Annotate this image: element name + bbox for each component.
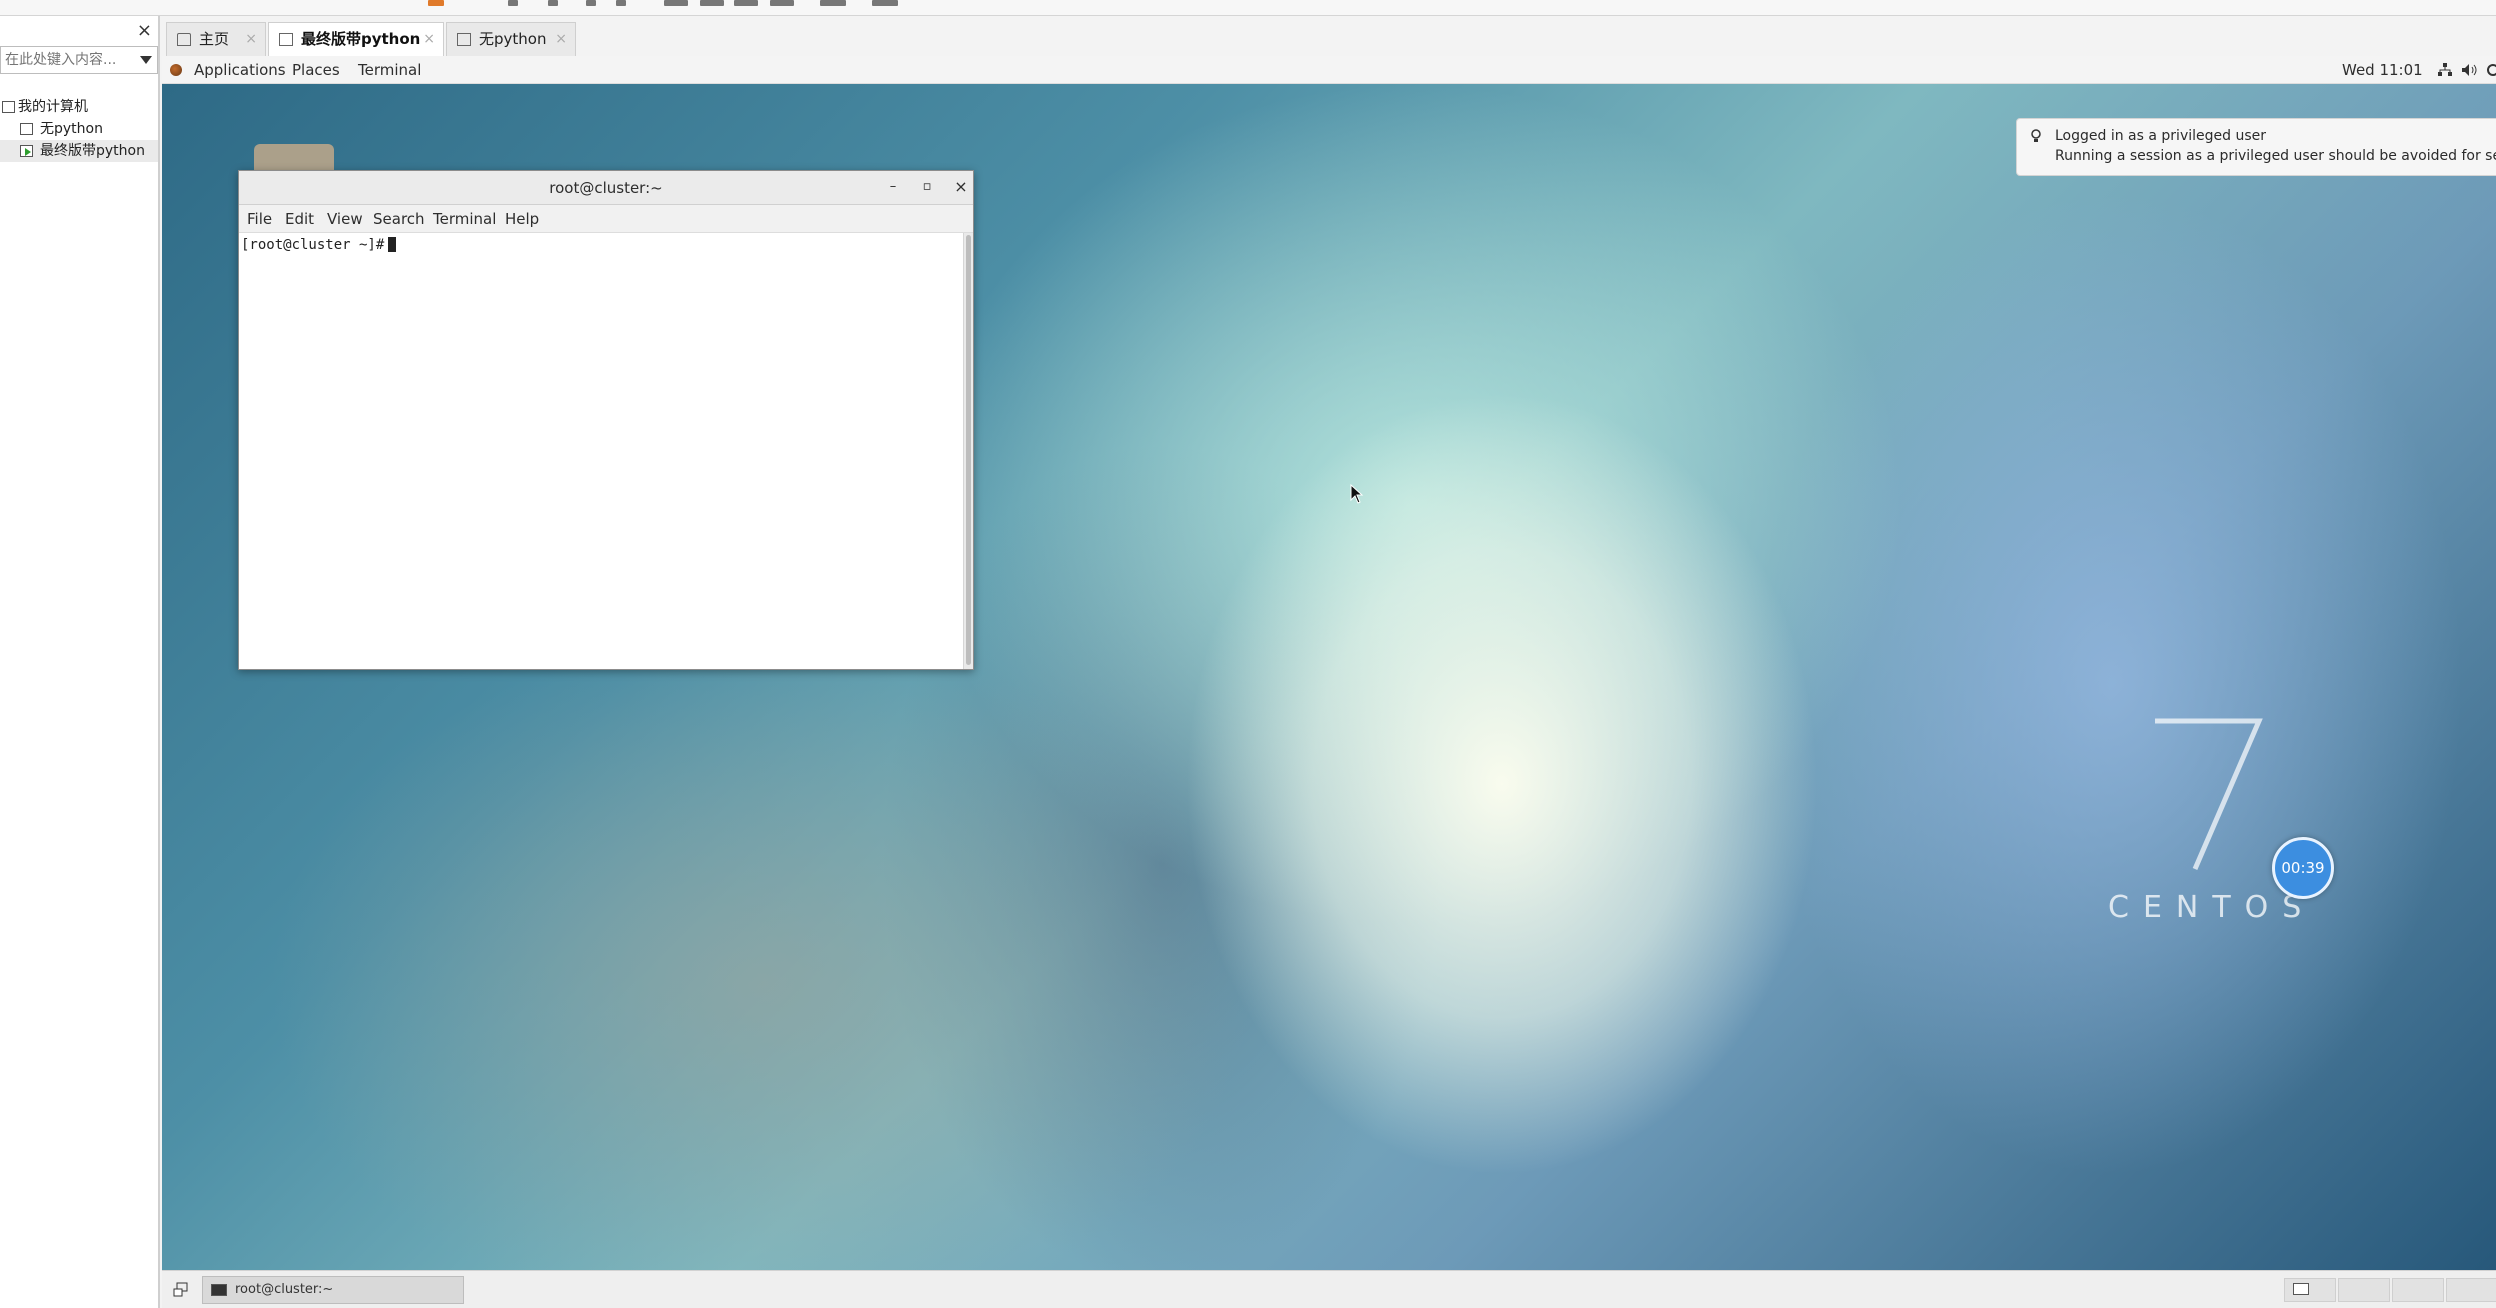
clock[interactable]: Wed 11:01 bbox=[2342, 56, 2423, 84]
recording-timer[interactable]: 00:39 bbox=[2272, 837, 2334, 899]
maximize-button[interactable]: ▫ bbox=[919, 179, 935, 195]
minimize-button[interactable]: – bbox=[885, 179, 901, 195]
vm-running-icon bbox=[20, 145, 33, 157]
menu-terminal[interactable]: Terminal bbox=[358, 56, 421, 84]
menu-edit[interactable]: Edit bbox=[285, 205, 314, 233]
gnome-foot-icon bbox=[170, 64, 182, 76]
tree-item-label: 最终版带python bbox=[40, 143, 145, 159]
terminal-output[interactable]: [root@cluster ~]# bbox=[239, 233, 963, 669]
vm-running-icon bbox=[279, 33, 293, 46]
workspace-2[interactable] bbox=[2338, 1278, 2390, 1302]
terminal-scrollbar[interactable] bbox=[963, 233, 973, 669]
toolbar-button[interactable] bbox=[700, 0, 724, 6]
close-icon[interactable]: × bbox=[555, 23, 567, 55]
toolbar-button[interactable] bbox=[586, 0, 596, 6]
terminal-icon bbox=[211, 1284, 227, 1296]
toolbar-button[interactable] bbox=[664, 0, 688, 6]
library-close-icon[interactable]: × bbox=[137, 20, 152, 41]
vm-icon bbox=[457, 33, 471, 46]
menu-help[interactable]: Help bbox=[505, 205, 539, 233]
workspace-1[interactable] bbox=[2284, 1278, 2336, 1302]
tab-label: 最终版带python bbox=[301, 30, 421, 48]
vm-icon bbox=[20, 123, 33, 135]
terminal-menubar: File Edit View Search Terminal Help bbox=[239, 205, 973, 233]
privileged-user-notification[interactable]: Logged in as a privileged user Running a… bbox=[2016, 118, 2496, 176]
tree-item-label: 无python bbox=[40, 121, 103, 137]
desktop[interactable]: CENTOS 00:39 Logged in as a privileged u… bbox=[162, 84, 2496, 1270]
chevron-down-icon[interactable] bbox=[140, 56, 152, 64]
tab-vm-no-python[interactable]: 无python × bbox=[446, 22, 576, 56]
close-icon[interactable]: × bbox=[245, 23, 257, 55]
tree-item-vm[interactable]: 无python bbox=[0, 118, 158, 140]
tab-home[interactable]: 主页 × bbox=[166, 22, 266, 56]
tree-item-vm[interactable]: 最终版带python bbox=[0, 140, 158, 162]
terminal-titlebar[interactable]: root@cluster:~ – ▫ × bbox=[239, 171, 973, 205]
menu-applications[interactable]: Applications bbox=[194, 56, 286, 84]
menu-view[interactable]: View bbox=[327, 205, 363, 233]
shell-prompt: [root@cluster ~]# bbox=[241, 237, 385, 253]
text-cursor bbox=[388, 237, 397, 252]
computer-icon bbox=[2, 101, 15, 113]
toolbar-button[interactable] bbox=[872, 0, 898, 6]
centos-logo-7 bbox=[2155, 718, 2263, 870]
toolbar-button[interactable] bbox=[548, 0, 558, 6]
library-tree: 我的计算机 无python 最终版带python bbox=[0, 96, 158, 162]
show-desktop-icon[interactable] bbox=[170, 1279, 192, 1301]
tree-item-label: 我的计算机 bbox=[18, 99, 88, 115]
vm-screen[interactable]: Applications Places Terminal Wed 11:01 C… bbox=[162, 56, 2496, 1308]
host-toolbar bbox=[0, 0, 2496, 16]
menu-file[interactable]: File bbox=[247, 205, 272, 233]
workspace-3[interactable] bbox=[2392, 1278, 2444, 1302]
notification-title: Logged in as a privileged user bbox=[2055, 128, 2266, 144]
menu-search[interactable]: Search bbox=[373, 205, 425, 233]
taskbar-item-terminal[interactable]: root@cluster:~ bbox=[202, 1276, 464, 1304]
lightbulb-icon bbox=[2031, 129, 2041, 142]
tab-vm-python[interactable]: 最终版带python × bbox=[268, 22, 444, 56]
toolbar-button[interactable] bbox=[734, 0, 758, 6]
toolbar-button[interactable] bbox=[428, 0, 444, 6]
tab-label: 无python bbox=[479, 30, 547, 48]
close-button[interactable]: × bbox=[953, 179, 969, 195]
gnome-top-bar: Applications Places Terminal Wed 11:01 bbox=[162, 56, 2496, 84]
taskbar-item-label: root@cluster:~ bbox=[235, 1282, 334, 1297]
tab-label: 主页 bbox=[199, 30, 230, 48]
library-panel: × 我的计算机 无python 最终版带python bbox=[0, 16, 160, 1308]
volume-icon[interactable] bbox=[2462, 63, 2478, 80]
menu-terminal[interactable]: Terminal bbox=[433, 205, 496, 233]
toolbar-button[interactable] bbox=[616, 0, 626, 6]
home-icon bbox=[177, 33, 191, 46]
mouse-cursor-icon bbox=[1350, 484, 1364, 504]
network-icon[interactable] bbox=[2438, 63, 2452, 80]
power-icon[interactable] bbox=[2486, 63, 2496, 80]
tree-item-my-computer[interactable]: 我的计算机 bbox=[0, 96, 158, 118]
toolbar-button[interactable] bbox=[820, 0, 846, 6]
menu-places[interactable]: Places bbox=[292, 56, 340, 84]
terminal-window[interactable]: root@cluster:~ – ▫ × File Edit View Sear… bbox=[238, 170, 974, 670]
notification-body: Running a session as a privileged user s… bbox=[2055, 148, 2496, 164]
close-icon[interactable]: × bbox=[423, 23, 435, 55]
toolbar-button[interactable] bbox=[508, 0, 518, 6]
toolbar-button[interactable] bbox=[770, 0, 794, 6]
library-search-input[interactable] bbox=[0, 46, 158, 74]
gnome-bottom-bar: root@cluster:~ bbox=[162, 1270, 2496, 1308]
window-title: root@cluster:~ bbox=[549, 179, 663, 197]
centos-wordmark: CENTOS bbox=[2108, 890, 2316, 925]
workspace-4[interactable] bbox=[2446, 1278, 2496, 1302]
